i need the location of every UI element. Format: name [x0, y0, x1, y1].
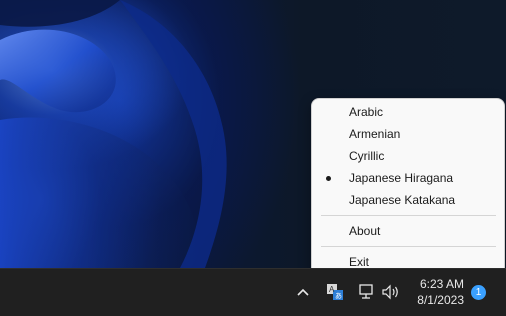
selected-radio-dot-icon [326, 176, 331, 181]
network-icon[interactable] [357, 283, 375, 301]
menu-item-label: Japanese Katakana [349, 193, 456, 207]
taskbar: A あ 6:23 AM 8/1/2023 1 [0, 268, 506, 316]
tray-context-menu: Arabic Armenian Cyrillic Japanese Hiraga… [311, 98, 505, 276]
clock-time[interactable]: 6:23 AM [412, 277, 464, 291]
menu-item-cyrillic[interactable]: Cyrillic [312, 145, 504, 167]
menu-item-label: Cyrillic [349, 149, 385, 163]
svg-text:あ: あ [335, 292, 342, 300]
volume-icon[interactable] [381, 283, 401, 301]
menu-item-japanese-katakana[interactable]: Japanese Katakana [312, 189, 504, 211]
chevron-up-icon[interactable] [295, 285, 311, 299]
menu-separator [321, 246, 496, 247]
menu-item-label: Armenian [349, 127, 401, 141]
clock-date[interactable]: 8/1/2023 [412, 293, 464, 307]
notification-badge[interactable]: 1 [471, 285, 486, 300]
menu-item-label: Arabic [349, 105, 384, 119]
menu-separator [321, 215, 496, 216]
menu-item-japanese-hiragana[interactable]: Japanese Hiragana [312, 167, 504, 189]
menu-item-armenian[interactable]: Armenian [312, 123, 504, 145]
menu-item-label: Japanese Hiragana [349, 171, 454, 185]
menu-item-about[interactable]: About [312, 220, 504, 242]
menu-item-arabic[interactable]: Arabic [312, 101, 504, 123]
language-app-icon[interactable]: A あ [325, 282, 345, 302]
menu-item-label: About [349, 224, 381, 238]
